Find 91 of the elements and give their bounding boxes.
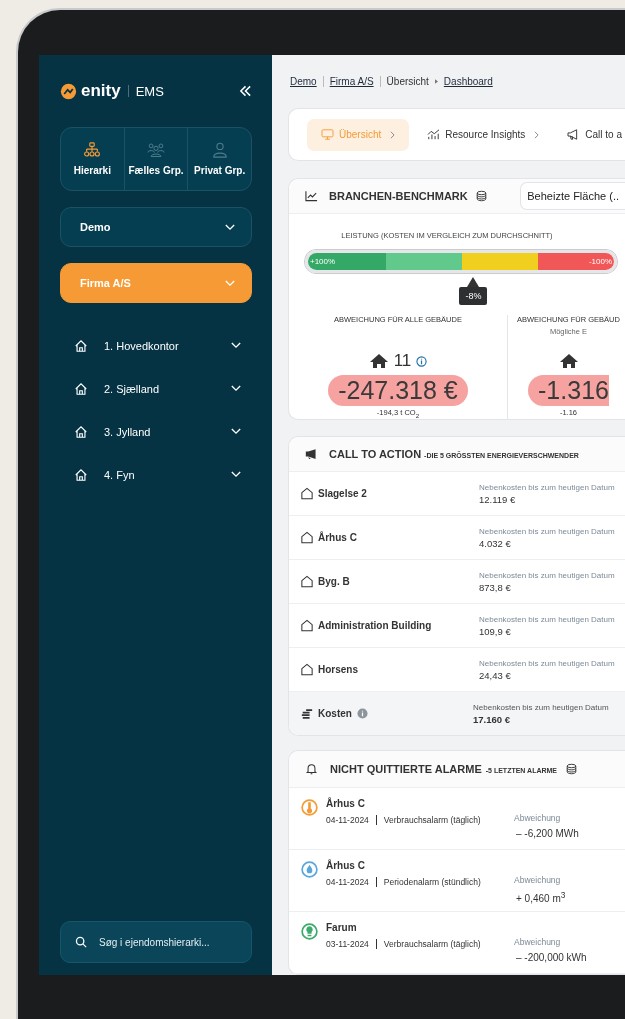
building-count: 11 xyxy=(393,351,412,372)
total-label: Kosten xyxy=(318,708,352,719)
building-icon xyxy=(301,619,313,632)
area-dropdown[interactable]: Beheizte Fläche (.. xyxy=(520,182,625,211)
person-icon xyxy=(210,142,229,158)
deviation-label: Abweichung xyxy=(514,813,562,823)
search-icon xyxy=(75,936,87,948)
breadcrumb-link[interactable]: Firma A/S xyxy=(329,76,374,88)
breadcrumb-link[interactable]: Dashboard xyxy=(443,76,493,88)
building-name[interactable]: Horsens xyxy=(318,664,358,675)
house-icon xyxy=(74,381,88,396)
cost-label: Nebenkosten bis zum heutigen Datum xyxy=(479,614,615,624)
bell-icon xyxy=(305,763,318,775)
search-field[interactable]: Søg i ejendomshierarki... xyxy=(60,921,252,963)
tab[interactable]: Resource Insights xyxy=(417,118,550,151)
hierarchy-icon xyxy=(83,142,102,158)
tree-item[interactable]: 3. Jylland xyxy=(60,410,252,453)
house-icon xyxy=(368,353,389,370)
view-tab[interactable]: Hierarki xyxy=(61,128,124,190)
building-name[interactable]: Administration Building xyxy=(318,620,432,631)
deviation-label: Abweichung xyxy=(514,937,562,947)
building-name[interactable]: Byg. B xyxy=(318,576,350,587)
chevron-down-icon xyxy=(231,471,241,478)
alarm-date: 04-11-2024 xyxy=(326,815,369,825)
cost-value: 4.032 € xyxy=(479,537,512,549)
chart-icon xyxy=(427,129,441,141)
monitor-icon xyxy=(321,129,334,141)
logo-icon xyxy=(60,82,77,100)
info-icon[interactable] xyxy=(356,708,368,719)
group-icon xyxy=(147,142,165,158)
deviation-amount: -1.316 xyxy=(528,375,609,407)
building-icon xyxy=(301,663,313,676)
building-icon xyxy=(301,575,313,588)
chevron-down-icon xyxy=(231,385,241,392)
collapse-icon[interactable] xyxy=(239,85,252,97)
gauge-max-label: -100% xyxy=(587,257,613,267)
card-title: BRANCHEN-BENCHMARK xyxy=(329,190,468,203)
cost-label: Nebenkosten bis zum heutigen Datum xyxy=(473,702,609,712)
alarm-type: Verbrauchsalarm (täglich) xyxy=(383,939,481,949)
house-icon xyxy=(558,353,579,370)
chevron-down-icon xyxy=(231,342,241,349)
alarm-building[interactable]: Århus C xyxy=(326,798,514,809)
tree-item[interactable]: 1. Hovedkontor xyxy=(60,324,252,367)
chevron-down-icon xyxy=(225,223,235,231)
cost-label: Nebenkosten bis zum heutigen Datum xyxy=(479,482,615,492)
deviation-value: – -200,000 kWh xyxy=(515,952,587,963)
gauge-min-label: +100% xyxy=(309,257,337,267)
alarm-building[interactable]: Farum xyxy=(326,922,514,933)
card-title: CALL TO ACTION xyxy=(329,448,422,460)
deviation-amount: -247.318 € xyxy=(328,375,468,407)
view-tab[interactable]: Privat Grp. xyxy=(187,128,251,190)
tab[interactable]: Call to a xyxy=(557,118,625,151)
cost-label: Nebenkosten bis zum heutigen Datum xyxy=(479,526,615,536)
alarm-type: Periodenalarm (stündlich) xyxy=(383,877,481,887)
org-select[interactable]: Demo xyxy=(60,207,252,247)
cost-value: 873,8 € xyxy=(479,581,512,593)
cost-label: Nebenkosten bis zum heutigen Datum xyxy=(479,570,615,580)
chevron-down-icon xyxy=(231,428,241,435)
house-icon xyxy=(74,338,88,353)
cost-value: 24,43 € xyxy=(479,669,512,681)
megaphone-icon xyxy=(305,448,318,460)
building-icon xyxy=(301,487,313,500)
building-name[interactable]: Århus C xyxy=(318,532,357,543)
card-title: NICHT QUITTIERTE ALARME xyxy=(330,763,482,775)
breadcrumb-text: Übersicht xyxy=(386,76,429,88)
line-chart-icon xyxy=(305,190,318,203)
cost-value: 109,9 € xyxy=(479,625,512,637)
view-tab[interactable]: Fælles Grp. xyxy=(123,128,188,190)
alarm-building[interactable]: Århus C xyxy=(326,860,514,871)
house-icon xyxy=(74,467,88,482)
deviation-label: Abweichung xyxy=(514,875,562,885)
chevron-down-icon xyxy=(225,279,235,287)
breadcrumb-link[interactable]: Demo xyxy=(290,76,317,88)
brand-name: enity xyxy=(81,81,121,101)
alarm-date: 04-11-2024 xyxy=(326,877,369,887)
chevron-right-icon xyxy=(434,79,438,85)
building-name[interactable]: Slagelse 2 xyxy=(318,488,367,499)
deviation-value: – -6,200 MWh xyxy=(515,828,579,839)
product-name: EMS xyxy=(135,83,164,99)
tree-item[interactable]: 4. Fyn xyxy=(60,453,252,496)
search-input[interactable]: Søg i ejendomshierarki... xyxy=(97,935,237,949)
total-cost: 17.160 € xyxy=(473,713,511,725)
building-icon xyxy=(301,531,313,544)
alarm-date: 03-11-2024 xyxy=(326,939,369,949)
deviation-value: + 0,460 m$^{3}$ xyxy=(515,890,566,905)
cost-value: 12.119 € xyxy=(479,493,517,505)
cost-label: Nebenkosten bis zum heutigen Datum xyxy=(479,658,615,668)
info-icon[interactable] xyxy=(416,355,428,367)
alarm-type: Verbrauchsalarm (täglich) xyxy=(383,815,481,825)
tree-item[interactable]: 2. Sjælland xyxy=(60,367,252,410)
house-icon xyxy=(74,424,88,439)
